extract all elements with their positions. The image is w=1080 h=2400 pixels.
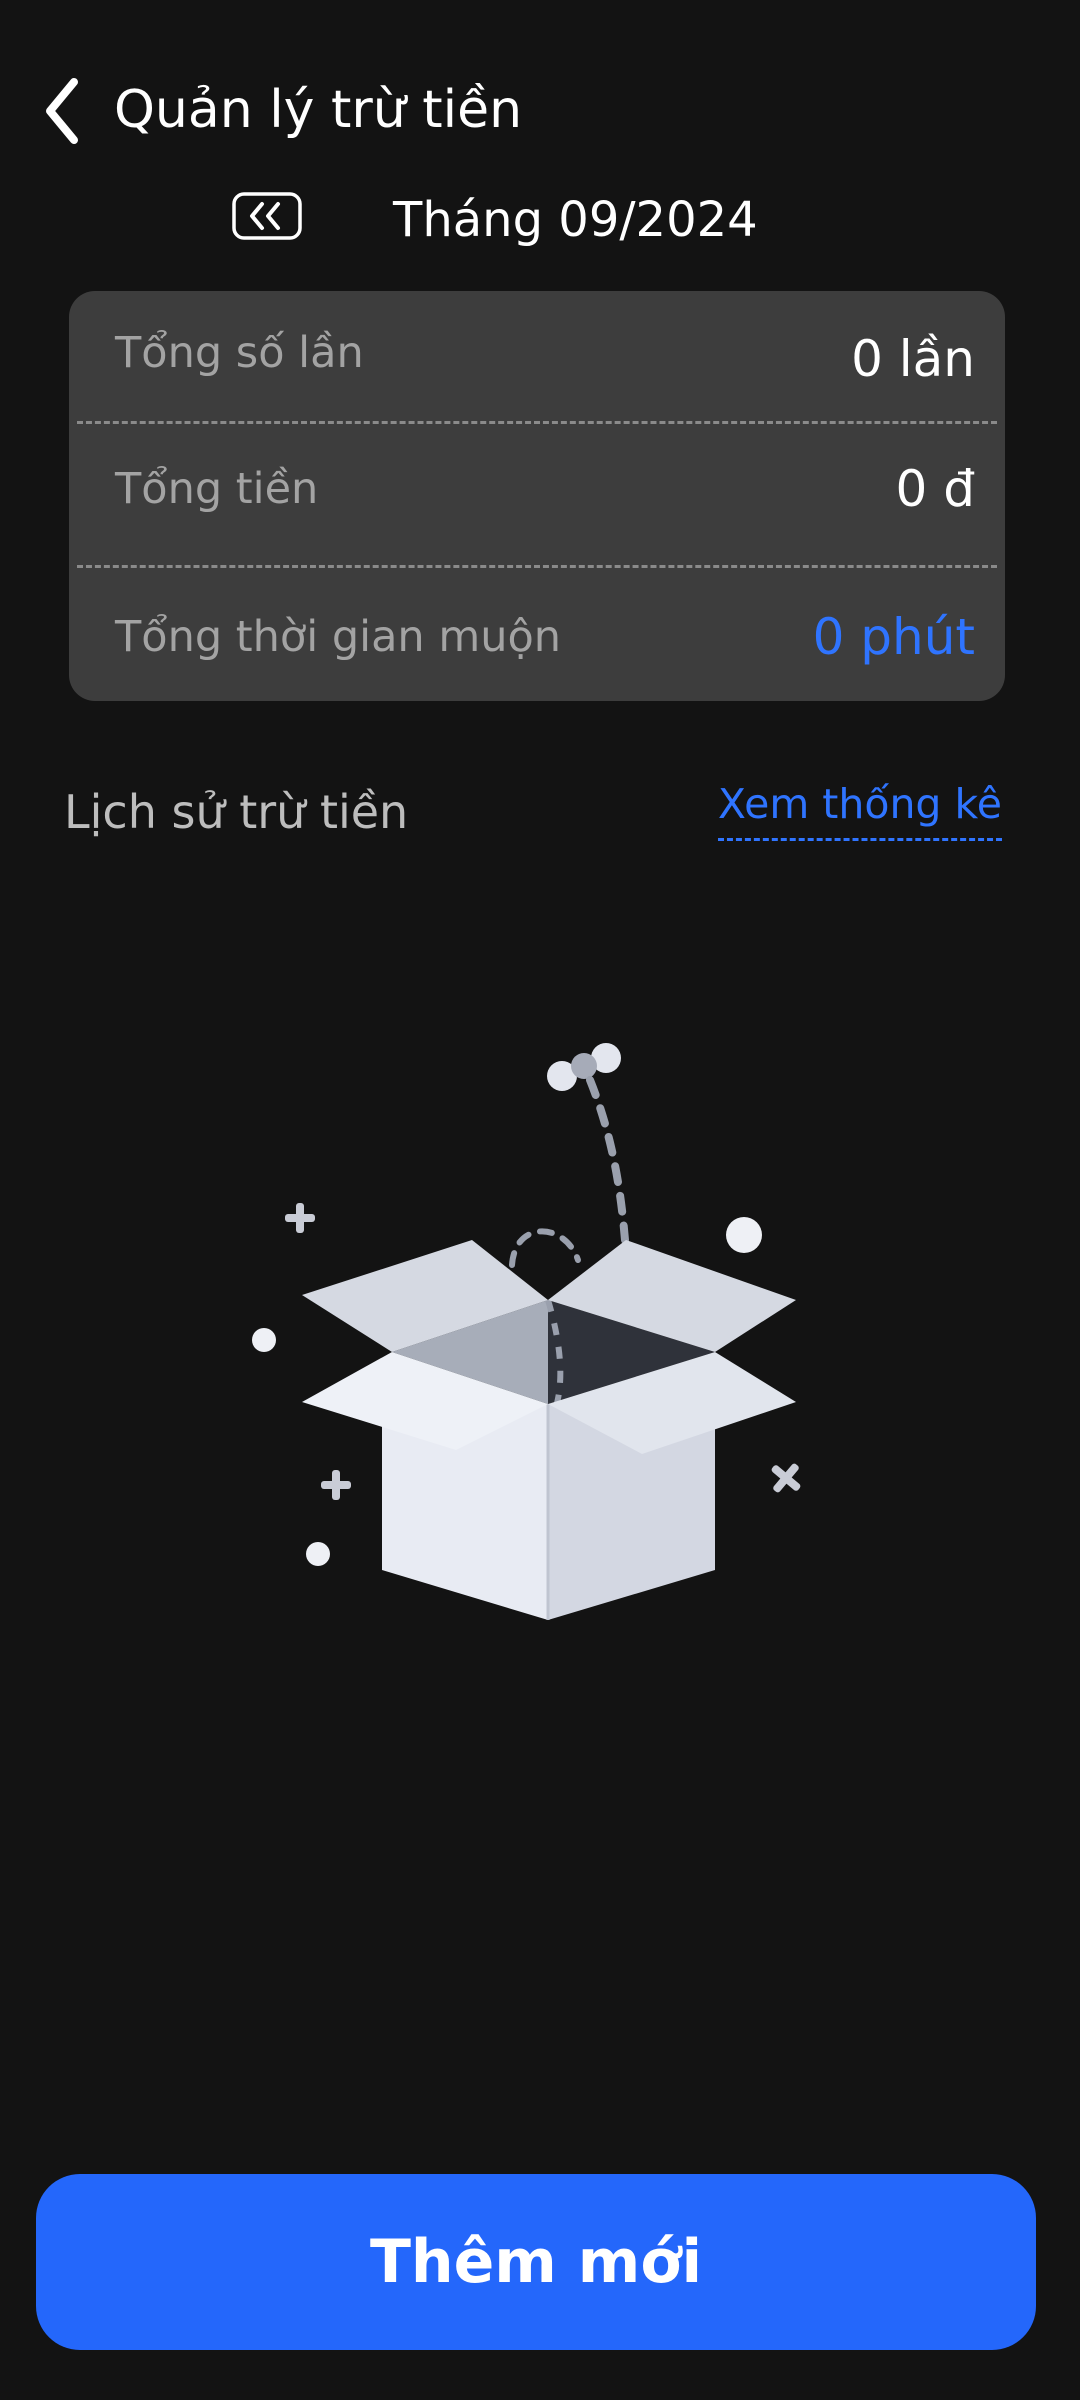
- chevron-left-icon: [46, 78, 78, 144]
- add-new-button[interactable]: Thêm mới: [36, 2174, 1036, 2350]
- summary-row-total-count: Tổng số lần 0 lần: [69, 291, 1005, 421]
- back-button[interactable]: [40, 76, 90, 146]
- summary-label: Tổng tiền: [115, 464, 319, 514]
- screen: Quản lý trừ tiền Tháng 09/2024 Tổng số l…: [0, 0, 1080, 2400]
- month-selector: Tháng 09/2024: [0, 180, 1080, 260]
- summary-value: 0 phút: [812, 608, 975, 666]
- month-label[interactable]: Tháng 09/2024: [393, 190, 758, 250]
- summary-card: Tổng số lần 0 lần Tổng tiền 0 đ Tổng thờ…: [69, 291, 1005, 701]
- empty-state-illustration: [200, 960, 880, 1660]
- history-title: Lịch sử trừ tiền: [64, 785, 409, 839]
- history-header: Lịch sử trừ tiền Xem thống kê: [0, 770, 1080, 860]
- dashed-divider: [77, 565, 997, 568]
- summary-label: Tổng thời gian muộn: [115, 612, 562, 662]
- app-header: Quản lý trừ tiền: [0, 70, 1080, 150]
- open-box-illustration: [252, 1043, 801, 1620]
- page-title: Quản lý trừ tiền: [114, 80, 523, 140]
- summary-row-total-amount: Tổng tiền 0 đ: [69, 425, 1005, 555]
- dashed-divider: [77, 421, 997, 424]
- summary-label: Tổng số lần: [115, 328, 364, 378]
- summary-value: 0 lần: [851, 330, 975, 388]
- previous-month-button[interactable]: [232, 192, 302, 240]
- summary-row-late-time: Tổng thời gian muộn 0 phút: [69, 569, 1005, 699]
- summary-value: 0 đ: [895, 460, 975, 518]
- double-chevron-left-icon: [232, 192, 302, 240]
- view-statistics-link[interactable]: Xem thống kê: [717, 776, 1002, 841]
